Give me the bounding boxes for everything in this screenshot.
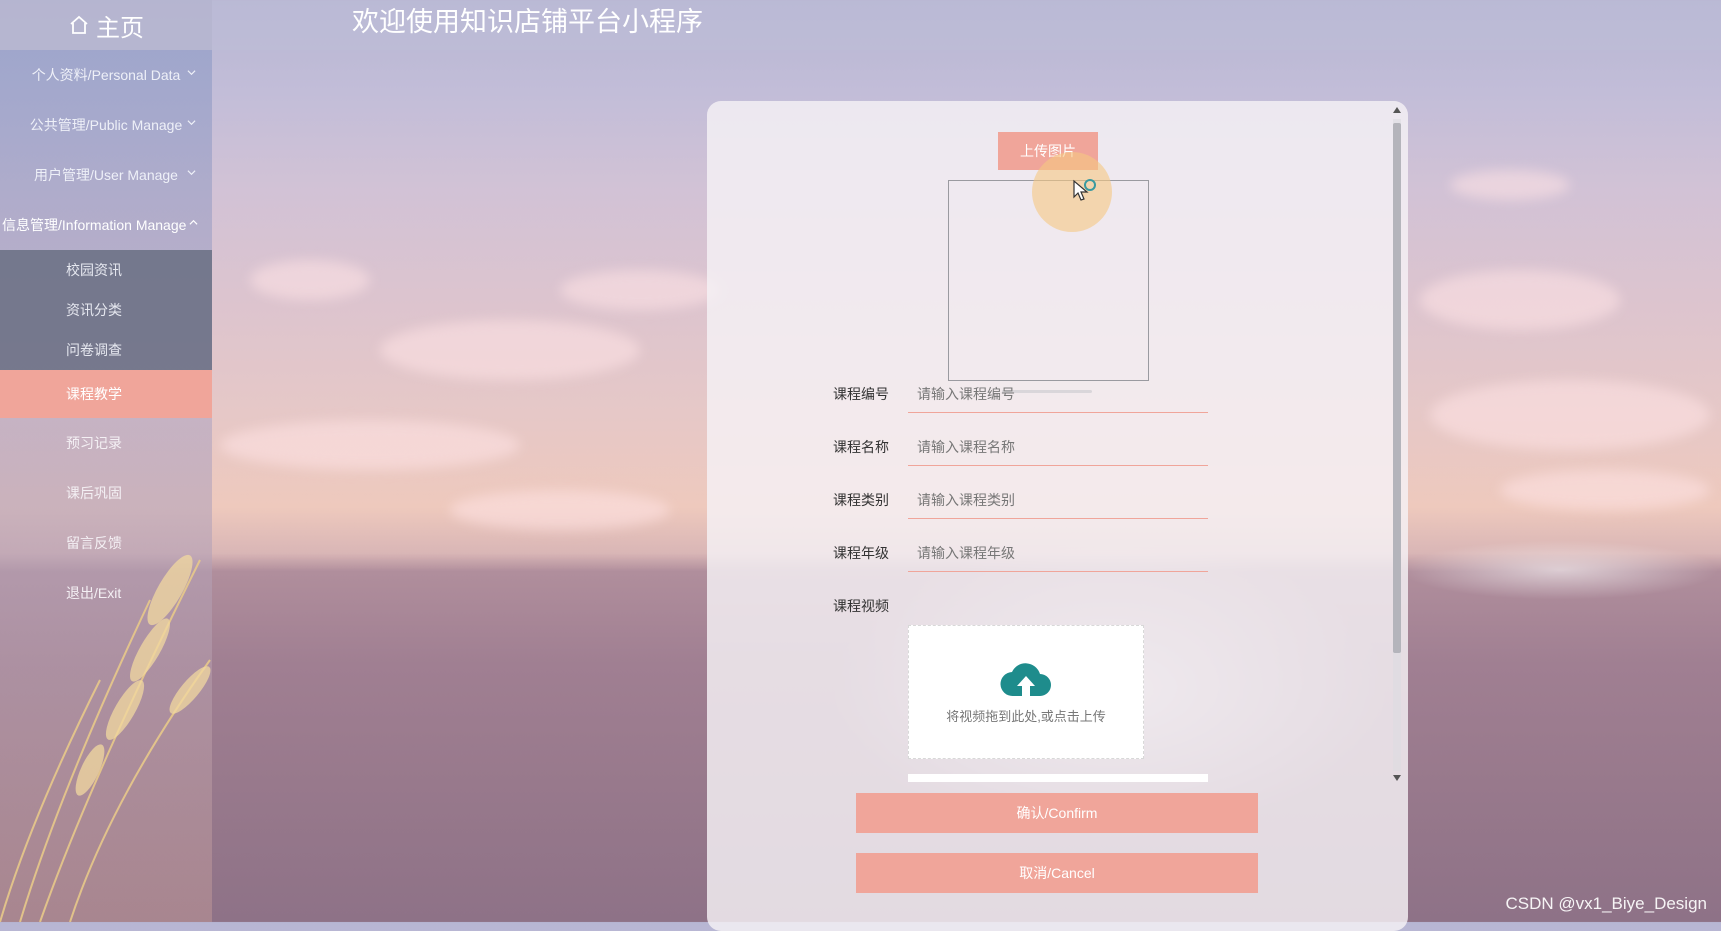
page-title: 欢迎使用知识店铺平台小程序 [352,7,703,37]
scroll-thumb[interactable] [1393,123,1401,653]
scroll-up-icon[interactable] [1393,107,1401,113]
cancel-button[interactable]: 取消/Cancel [856,853,1258,893]
submenu-information: 校园资讯 资讯分类 问卷调查 [0,250,212,370]
sidebar-item-survey[interactable]: 问卷调查 [0,330,212,370]
course-code-input[interactable] [908,375,1208,413]
chevron-down-icon [187,170,196,176]
chevron-up-icon [189,219,198,225]
course-name-input[interactable] [908,428,1208,466]
field-bar [908,774,1208,782]
course-grade-input[interactable] [908,534,1208,572]
sidebar-item-feedback[interactable]: 留言反馈 [0,518,212,568]
chevron-down-icon [187,120,196,126]
field-label-course-grade: 课程年级 [833,545,889,561]
menu-label: 公共管理/Public Manage [29,117,183,133]
menu-public-manage[interactable]: 公共管理/Public Manage [0,100,212,150]
field-label-course-code: 课程编号 [833,386,889,402]
sidebar-item-campus-news[interactable]: 校园资讯 [0,250,212,290]
home-icon [70,15,88,34]
menu-label: 信息管理/Information Manage [2,217,187,233]
field-label-course-video: 课程视频 [833,598,889,614]
menu-user-manage[interactable]: 用户管理/User Manage [0,150,212,200]
sidebar-item-review[interactable]: 课后巩固 [0,468,212,518]
sidebar: 个人资料/Personal Data 公共管理/Public Manage 用户… [0,50,212,922]
form-panel: 上传图片 课程编号 课程名称 课程类别 课程年级 课程视频 将视频拖到此处,或点… [707,101,1408,931]
video-upload-dropzone[interactable]: 将视频拖到此处,或点击上传 [908,625,1144,759]
course-category-input[interactable] [908,481,1208,519]
confirm-button[interactable]: 确认/Confirm [856,793,1258,833]
sidebar-item-course-teaching[interactable]: 课程教学 [0,370,212,418]
scroll-down-icon[interactable] [1393,775,1401,781]
menu-personal-data[interactable]: 个人资料/Personal Data [0,50,212,100]
menu-label: 个人资料/Personal Data [31,67,181,83]
watermark: CSDN @vx1_Biye_Design [1505,894,1707,913]
chevron-down-icon [187,70,196,76]
sidebar-item-exit[interactable]: 退出/Exit [0,568,212,618]
home-label: 主页 [96,14,144,42]
menu-label: 用户管理/User Manage [34,167,178,183]
field-label-course-name: 课程名称 [833,439,889,455]
menu-information-manage[interactable]: 信息管理/Information Manage [0,200,212,250]
video-upload-hint: 将视频拖到此处,或点击上传 [946,708,1106,724]
home-link[interactable]: 主页 [0,0,212,50]
scrollbar[interactable] [1390,105,1404,785]
cloud-upload-icon [1000,662,1051,696]
sidebar-item-preview-records[interactable]: 预习记录 [0,418,212,468]
cursor-icon [1073,179,1096,201]
sidebar-item-news-category[interactable]: 资讯分类 [0,290,212,330]
top-bar: 主页 欢迎使用知识店铺平台小程序 [0,0,1721,50]
field-label-course-category: 课程类别 [833,492,889,508]
